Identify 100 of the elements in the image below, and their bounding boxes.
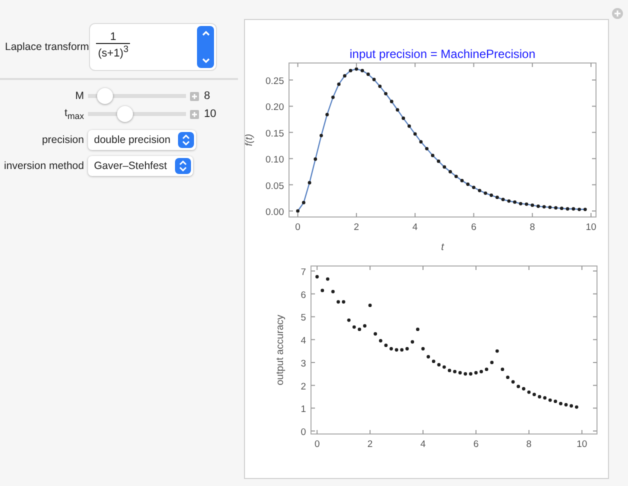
slider-thumb[interactable] [117,106,134,122]
data-point [530,204,534,207]
data-point [442,165,446,169]
data-point [378,339,382,342]
data-point [564,403,568,406]
data-point [413,132,417,136]
data-point [448,170,452,174]
data-point [453,370,456,374]
data-point [390,347,393,350]
dropdown[interactable]: double precision [88,130,196,150]
data-point [336,300,340,304]
tick-label: 0 [300,427,306,438]
data-point [542,205,546,208]
stepper-button[interactable] [197,26,214,68]
slider-value: 8 [204,90,210,102]
plus-icon[interactable] [190,92,199,100]
dropdown[interactable]: Gaver–Stehfest [88,156,193,176]
data-point [500,368,504,372]
data-point [490,194,494,197]
data-point [320,288,324,292]
data-point [368,304,372,308]
tick-label: 0.15 [266,128,284,140]
data-point [559,402,562,406]
tick-label: 6 [300,290,306,301]
tick-label: 0.20 [266,102,284,114]
tick-label: 5 [300,312,306,324]
plus-icon[interactable] [612,8,623,19]
data-point [466,182,470,186]
tick-label: 0.05 [266,180,284,192]
tick-label: 10 [576,439,588,450]
data-point [524,202,528,206]
data-point [532,392,536,396]
tick-label: 0.25 [266,76,284,88]
data-point [421,347,425,350]
slider-label: t$_{max}$ [64,106,85,122]
data-point [478,188,482,192]
tick-label: 8 [526,439,532,450]
data-point [326,277,330,281]
plus-icon[interactable] [190,110,199,118]
field-label: Laplace transform [4,41,90,53]
tick-label: 7 [300,267,306,278]
data-point [360,68,364,72]
tick-label: 0.10 [266,154,284,166]
tick-label: 6 [473,439,479,450]
data-point [331,290,335,294]
data-point [538,395,542,398]
tick-label: 6 [471,222,476,233]
data-point [578,208,581,212]
tick-label: 2 [354,222,360,233]
data-point [308,181,312,184]
data-point [347,318,351,322]
data-point [460,178,464,182]
data-point [390,100,394,104]
data-point [490,360,494,364]
data-point [296,209,300,213]
tick-label: 2 [300,381,306,392]
data-point [572,207,576,211]
tick-label: 0.00 [266,206,284,218]
data-point [363,324,366,328]
data-point [454,174,458,178]
tick-label: 10 [586,222,596,233]
data-point [507,199,511,203]
fraction-text: 1 (s+1)$^{3}$ [95,30,128,62]
data-point [536,204,540,208]
plot-title: input precision = MachinePrecision [350,47,536,61]
tick-label: 0 [295,222,300,233]
data-point [354,67,358,71]
data-point [513,200,516,204]
data-point [416,328,420,332]
axis-title: output accuracy [275,314,286,386]
data-point [352,325,356,329]
tick-label: 4 [412,222,418,233]
data-point [436,160,440,163]
data-point [348,68,352,72]
data-point [458,371,462,374]
data-point [343,74,346,78]
data-point [442,365,446,369]
data-point [358,328,362,332]
data-point [325,112,329,116]
data-point [506,376,510,380]
slider-value: 10 [204,108,216,120]
data-point [495,349,499,353]
data-point [484,368,488,372]
data-point [374,332,378,336]
tick-label: 0 [314,439,320,450]
chevron-icon [178,160,187,172]
data-point [425,146,429,150]
data-point [527,390,531,394]
data-point [402,116,406,120]
chevron-icon [182,134,190,146]
slider-thumb[interactable] [96,88,113,104]
data-point [511,380,515,384]
data-point [384,92,388,96]
data-point [495,196,499,200]
data-point [378,84,382,88]
input-field[interactable]: 1 (s+1)$^{3}$ [90,24,216,70]
data-point [554,206,558,210]
data-point [448,368,452,372]
data-point [337,82,341,86]
data-point [474,371,478,374]
